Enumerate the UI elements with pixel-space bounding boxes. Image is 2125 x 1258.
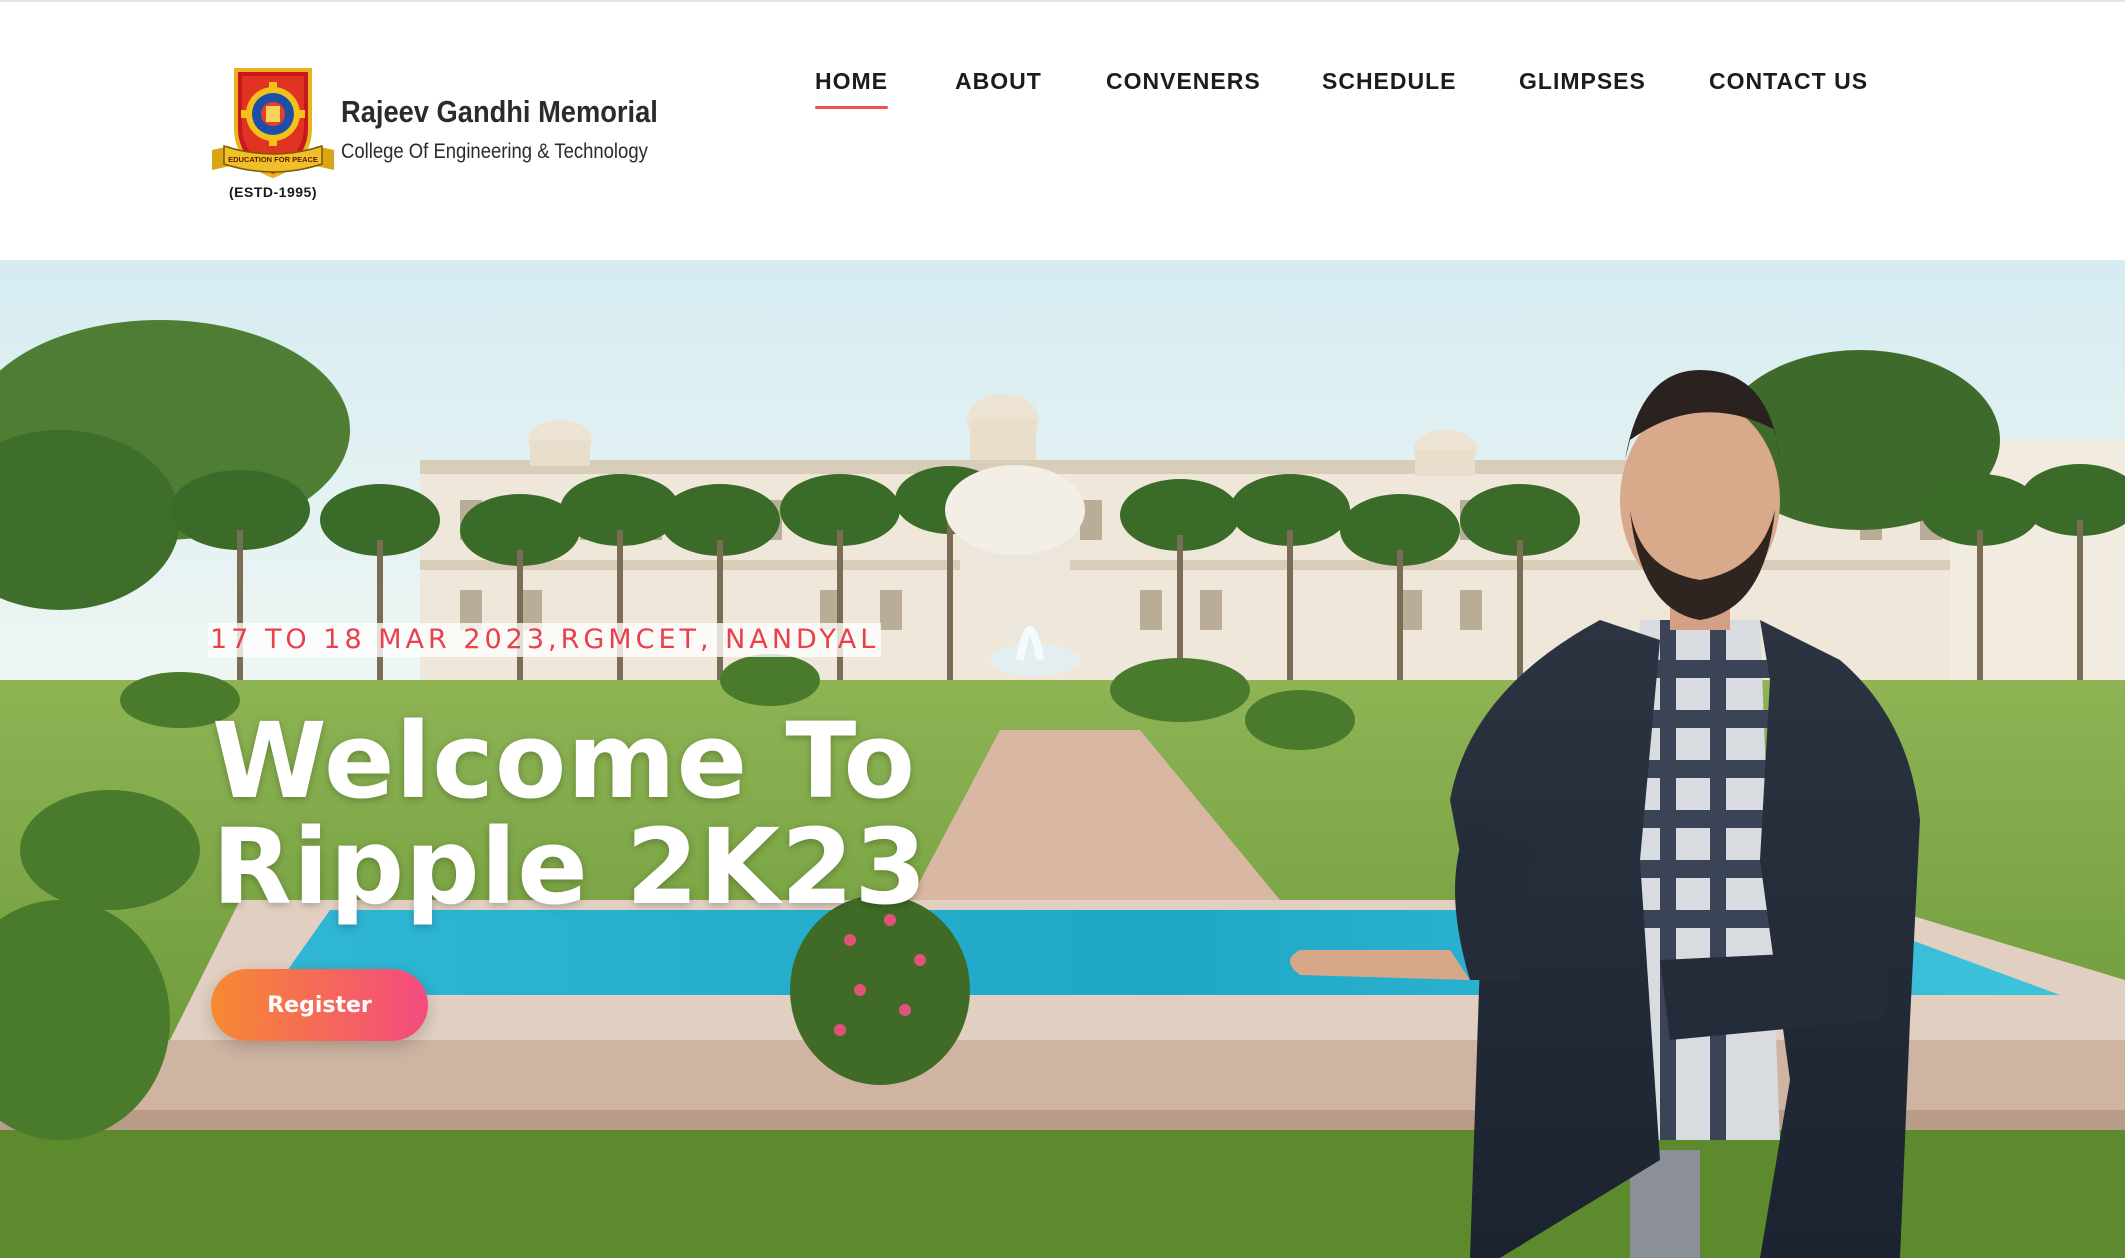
- brand-title[interactable]: Rajeev Gandhi Memorial College Of Engine…: [341, 94, 701, 164]
- hero-title: Welcome To Ripple 2K23: [212, 708, 972, 920]
- brand-name: Rajeev Gandhi Memorial: [341, 94, 658, 129]
- nav-schedule[interactable]: SCHEDULE: [1322, 68, 1457, 95]
- college-emblem-icon: EDUCATION FOR PEACE: [212, 68, 334, 179]
- event-date-location: 17 TO 18 MAR 2023,RGMCET, NANDYAL: [208, 623, 882, 657]
- nav-contact-us[interactable]: CONTACT US: [1709, 68, 1868, 95]
- site-header: EDUCATION FOR PEACE (ESTD-1995) Rajeev G…: [0, 2, 2125, 260]
- register-button[interactable]: Register: [211, 969, 428, 1041]
- nav-conveners[interactable]: CONVENERS: [1106, 68, 1261, 95]
- nav-home[interactable]: HOME: [815, 68, 888, 109]
- college-logo[interactable]: EDUCATION FOR PEACE (ESTD-1995): [208, 66, 338, 206]
- logo-ribbon-text: EDUCATION FOR PEACE: [228, 155, 318, 164]
- hero-title-line-1: Welcome To: [212, 700, 916, 822]
- logo-caption: (ESTD-1995): [229, 184, 317, 200]
- brand-subtitle: College Of Engineering & Technology: [341, 140, 648, 163]
- hero-title-line-2: Ripple 2K23: [212, 806, 928, 928]
- nav-glimpses[interactable]: GLIMPSES: [1519, 68, 1646, 95]
- nav-about[interactable]: ABOUT: [955, 68, 1042, 95]
- hero-section: 17 TO 18 MAR 2023,RGMCET, NANDYAL Welcom…: [0, 260, 2125, 1258]
